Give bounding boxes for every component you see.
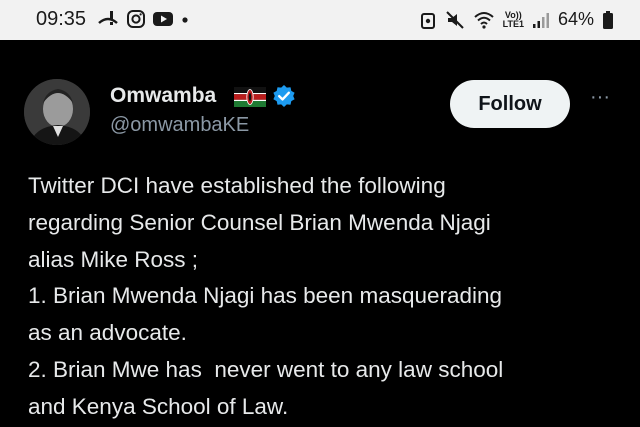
tweet-line: Twitter DCI have established the followi… [28, 173, 446, 198]
tweet-line: regarding Senior Counsel Brian Mwenda Nj… [28, 209, 491, 235]
author-avatar[interactable] [24, 79, 90, 145]
status-bar: 09:35 Vo)) LTE1 64% [0, 0, 640, 40]
battery-percent: 64% [557, 9, 594, 29]
battery-icon [603, 10, 613, 29]
follow-button[interactable]: Follow [450, 80, 570, 128]
mute-icon [445, 10, 464, 29]
kenya-flag-icon [234, 87, 266, 107]
tweet-line: 2. Brian Mwe has never went to any law s… [28, 356, 504, 382]
lock-icon [420, 12, 435, 29]
missed-call-icon [98, 11, 118, 25]
author-handle[interactable]: @omwambaKE [110, 114, 249, 137]
dot-icon [182, 17, 188, 23]
system-icons: Vo)) LTE1 64% [419, 9, 614, 30]
instagram-icon [127, 10, 145, 28]
tweet-line: alias Mike Ross ; [28, 246, 199, 272]
more-options-icon[interactable]: ··· [586, 87, 614, 112]
wifi-icon [473, 11, 494, 29]
tweet-line: and Kenya School of Law. [28, 393, 289, 419]
volte-label: Vo)) LTE1 [502, 9, 524, 29]
tweet-line: 1. Brian Mwenda Njagi has been masquerad… [28, 283, 503, 309]
status-time: 09:35 [36, 8, 87, 30]
youtube-icon [153, 12, 173, 26]
verified-badge-icon [273, 85, 295, 107]
tweet-text: Twitter DCI have established the followi… [28, 168, 628, 426]
signal-icon [532, 12, 549, 28]
tweet-line: as an advocate. [28, 320, 187, 346]
notification-icons [96, 9, 190, 29]
author-name[interactable]: Omwamba [110, 84, 216, 108]
